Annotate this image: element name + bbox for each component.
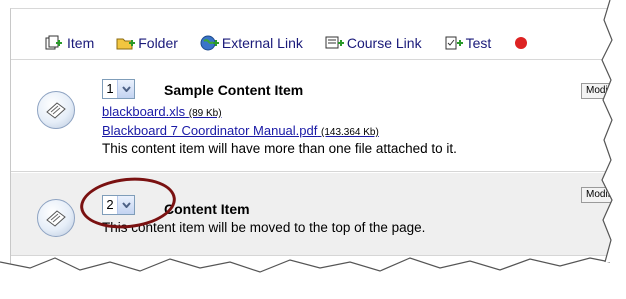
attachment-size: (143.364 Kb) [320, 127, 379, 138]
modify-button[interactable]: Modi [581, 83, 626, 99]
attachment-link[interactable]: Blackboard 7 Coordinator Manual.pdf (143… [102, 123, 379, 138]
chevron-down-icon[interactable] [117, 80, 134, 98]
add-external-link-icon [200, 35, 219, 51]
add-test-button[interactable]: Test [444, 35, 492, 51]
content-item-title: Content Item [164, 201, 250, 217]
add-folder-button[interactable]: Folder [116, 35, 178, 51]
content-item-title: Sample Content Item [164, 82, 304, 98]
more-tools-icon[interactable] [515, 37, 528, 49]
attachment-size: (89 Kb) [188, 108, 222, 119]
add-item-label: Item [67, 35, 95, 51]
content-item-row: 1 Sample Content Item blackboard.xls (89… [11, 61, 626, 172]
order-select[interactable]: 1 [102, 79, 135, 99]
attachment-name[interactable]: blackboard.xls [102, 104, 185, 119]
attachment-link[interactable]: blackboard.xls (89 Kb) [102, 104, 222, 119]
content-item-icon [37, 199, 75, 237]
add-course-link-icon [325, 35, 344, 51]
add-external-link-button[interactable]: External Link [200, 35, 303, 51]
add-external-link-label: External Link [221, 35, 303, 51]
add-folder-icon [116, 35, 136, 51]
attachment-name[interactable]: Blackboard 7 Coordinator Manual.pdf [102, 123, 317, 138]
add-item-button[interactable]: Item [45, 35, 94, 51]
add-course-link-label: Course Link [346, 35, 422, 51]
add-item-icon [45, 35, 63, 51]
add-test-icon [444, 35, 463, 51]
add-folder-label: Folder [138, 35, 178, 51]
add-test-label: Test [465, 35, 492, 51]
content-item-icon [37, 91, 75, 129]
content-toolbar: Item Folder External Link Course Link Te… [11, 27, 611, 60]
content-area: Item Folder External Link Course Link Te… [10, 8, 626, 271]
modify-button[interactable]: Modify [581, 187, 626, 203]
add-course-link-button[interactable]: Course Link [325, 35, 422, 51]
order-value: 1 [106, 81, 114, 96]
content-item-description: This content item will have more than on… [102, 141, 457, 156]
